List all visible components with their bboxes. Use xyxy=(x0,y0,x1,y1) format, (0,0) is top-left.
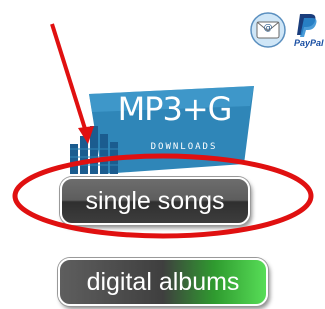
digital-albums-button[interactable]: digital albums xyxy=(58,258,268,306)
logo-subtitle: DOWNLOADS xyxy=(150,142,218,152)
svg-text:@: @ xyxy=(264,23,273,33)
paypal-icon[interactable]: PayPal xyxy=(294,12,325,52)
mp3g-downloads-logo: MP3+G DOWNLOADS xyxy=(44,86,254,181)
logo-title: MP3+G xyxy=(117,90,233,128)
email-icon[interactable]: @ xyxy=(248,10,288,50)
paypal-label: PayPal xyxy=(294,38,324,48)
single-songs-button[interactable]: single songs xyxy=(60,177,250,225)
